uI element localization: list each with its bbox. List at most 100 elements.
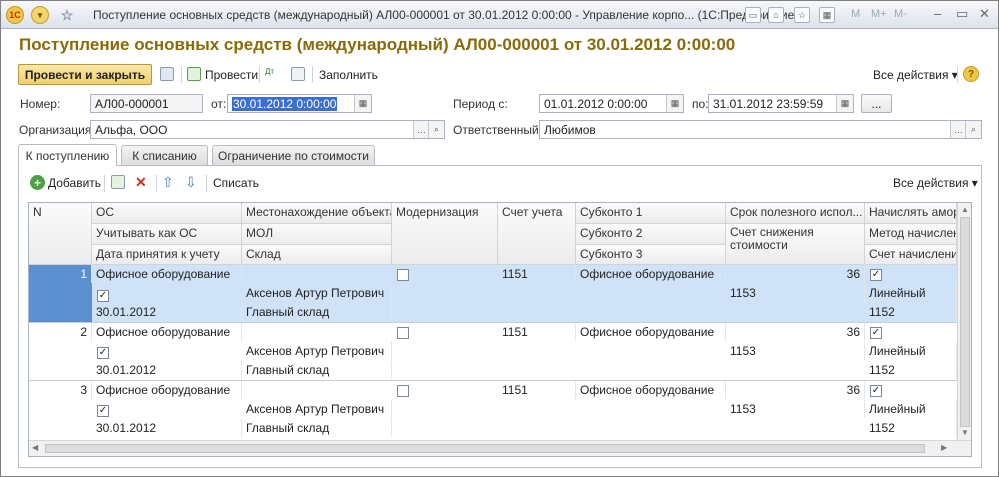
col-header-accept-date[interactable]: Дата принятия к учету (92, 245, 242, 265)
col-header-accrue[interactable]: Начислять аморт... (865, 203, 957, 224)
add-button[interactable]: Добавить (48, 176, 101, 190)
select-dots-icon[interactable]: … (413, 121, 429, 138)
accrual-account-cell[interactable]: 1152 (865, 303, 957, 321)
subconto1-cell[interactable]: Офисное оборудование (576, 381, 726, 399)
scroll-thumb[interactable] (960, 217, 970, 427)
col-header-subconto1[interactable]: Субконто 1 (576, 203, 726, 224)
table-all-actions-menu[interactable]: Все действия ▾ (893, 176, 978, 190)
delete-icon[interactable]: ✕ (135, 174, 147, 191)
date-field[interactable]: 30.01.2012 0:00:00 (227, 94, 372, 113)
mol-cell[interactable]: Аксенов Артур Петрович (242, 342, 392, 360)
accrue-checkbox[interactable]: ✓ (870, 385, 882, 397)
useful-life-cell[interactable]: 36 (726, 265, 865, 283)
accept-date-cell[interactable]: 30.01.2012 (92, 303, 242, 321)
period-to-field[interactable]: 31.01.2012 23:59:59 (708, 94, 854, 113)
col-header-method[interactable]: Метод начислени... (865, 224, 957, 245)
warehouse-cell[interactable]: Главный склад (242, 361, 392, 379)
responsible-field[interactable]: Любимов (539, 120, 982, 139)
col-header-mol[interactable]: МОЛ (242, 224, 392, 245)
link-icon[interactable]: ⌂ (768, 7, 784, 23)
calendar-icon[interactable]: ▦ (819, 7, 835, 23)
mol-cell[interactable]: Аксенов Артур Петрович (242, 284, 392, 302)
memory-plus-button[interactable]: M+ (871, 8, 887, 20)
account-cell[interactable]: 1151 (498, 323, 576, 341)
col-header-account[interactable]: Счет учета (498, 203, 576, 265)
bookmark-icon[interactable]: ☆ (794, 7, 810, 23)
report-icon[interactable] (291, 67, 305, 81)
use-as-os-checkbox[interactable]: ✓ (97, 290, 109, 302)
warehouse-cell[interactable]: Главный склад (242, 303, 392, 321)
mol-cell[interactable]: Аксенов Артур Петрович (242, 400, 392, 418)
period-from-field[interactable]: 01.01.2012 0:00:00 (539, 94, 684, 113)
warehouse-cell[interactable]: Главный склад (242, 419, 392, 437)
method-cell[interactable]: Линейный (865, 342, 957, 360)
col-header-modernization[interactable]: Модернизация (392, 203, 498, 265)
dt-kt-icon[interactable]: Дт (265, 67, 279, 81)
accrual-account-cell[interactable]: 1152 (865, 419, 957, 437)
scroll-down-icon[interactable]: ▼ (961, 428, 969, 437)
useful-life-cell[interactable]: 36 (726, 323, 865, 341)
minimize-icon[interactable]: – (934, 6, 941, 21)
col-header-os[interactable]: ОС (92, 203, 242, 224)
accrue-checkbox[interactable]: ✓ (870, 327, 882, 339)
subconto1-cell[interactable]: Офисное оборудование (576, 323, 726, 341)
close-icon[interactable]: ✕ (979, 6, 990, 22)
accrual-account-cell[interactable]: 1152 (865, 361, 957, 379)
account-cell[interactable]: 1151 (498, 265, 576, 283)
reduce-account-cell[interactable]: 1153 (726, 400, 865, 418)
scroll-left-icon[interactable]: ◀ (32, 443, 38, 452)
writeoff-button[interactable]: Списать (213, 176, 259, 190)
use-as-os-checkbox[interactable]: ✓ (97, 347, 109, 359)
os-cell[interactable]: Офисное оборудование (92, 381, 242, 399)
subconto1-cell[interactable]: Офисное оборудование (576, 265, 726, 283)
copy-row-icon[interactable] (111, 175, 125, 189)
search-icon[interactable]: ⌕ (428, 121, 444, 138)
copy-icon[interactable]: ▭ (745, 7, 761, 23)
organization-field[interactable]: Альфа, ООО (90, 120, 445, 139)
vertical-scrollbar[interactable]: ▲ ▼ (957, 203, 971, 440)
memory-m-button[interactable]: M (851, 8, 860, 20)
account-cell[interactable]: 1151 (498, 381, 576, 399)
useful-life-cell[interactable]: 36 (726, 381, 865, 399)
col-header-n[interactable]: N (29, 203, 92, 265)
col-header-accrual-account[interactable]: Счет начисления а... (865, 245, 957, 265)
os-cell[interactable]: Офисное оборудование (92, 265, 242, 283)
calendar-icon[interactable]: ▦ (836, 95, 853, 112)
tab-to-writeoff[interactable]: К списанию (121, 145, 208, 166)
select-dots-icon[interactable]: … (950, 121, 966, 138)
horizontal-scrollbar[interactable]: ◀ ▶ (29, 440, 971, 456)
accept-date-cell[interactable]: 30.01.2012 (92, 361, 242, 379)
number-field[interactable]: АЛ00-000001 (90, 94, 203, 113)
period-select-button[interactable]: ... (861, 94, 892, 113)
maximize-icon[interactable]: ▭ (956, 6, 968, 22)
search-icon[interactable]: ⌕ (965, 121, 981, 138)
col-header-subconto3[interactable]: Субконто 3 (576, 245, 726, 265)
tab-to-receipt[interactable]: К поступлению (18, 144, 117, 166)
all-actions-menu[interactable]: Все действия ▾ (873, 68, 958, 82)
app-logo-icon[interactable]: 1С (6, 6, 24, 24)
move-up-icon[interactable]: ⇧ (162, 174, 174, 191)
scroll-up-icon[interactable]: ▲ (961, 205, 969, 214)
post-button[interactable]: Провести (205, 68, 258, 82)
reduce-account-cell[interactable]: 1153 (726, 284, 865, 302)
col-header-warehouse[interactable]: Склад (242, 245, 392, 265)
accrue-checkbox[interactable]: ✓ (870, 269, 882, 281)
scroll-right-icon[interactable]: ▶ (941, 443, 947, 452)
star-icon[interactable]: ☆ (58, 6, 76, 24)
fill-button[interactable]: Заполнить (319, 68, 378, 82)
col-header-useful-life[interactable]: Срок полезного испол... (726, 203, 865, 224)
col-header-subconto2[interactable]: Субконто 2 (576, 224, 726, 245)
memory-minus-button[interactable]: M- (894, 8, 907, 20)
accept-date-cell[interactable]: 30.01.2012 (92, 419, 242, 437)
col-header-reduce-account[interactable]: Счет снижения стоимости (726, 224, 865, 265)
os-cell[interactable]: Офисное оборудование (92, 323, 242, 341)
col-header-use-as-os[interactable]: Учитывать как ОС (92, 224, 242, 245)
tab-cost-limit[interactable]: Ограничение по стоимости (212, 145, 375, 166)
add-icon[interactable]: + (30, 175, 45, 190)
post-icon[interactable] (187, 67, 201, 81)
calendar-icon[interactable]: ▦ (666, 95, 683, 112)
scroll-thumb[interactable] (45, 444, 925, 453)
calendar-icon[interactable]: ▦ (354, 95, 371, 112)
modernization-checkbox[interactable] (397, 385, 409, 397)
save-icon[interactable] (160, 67, 174, 81)
